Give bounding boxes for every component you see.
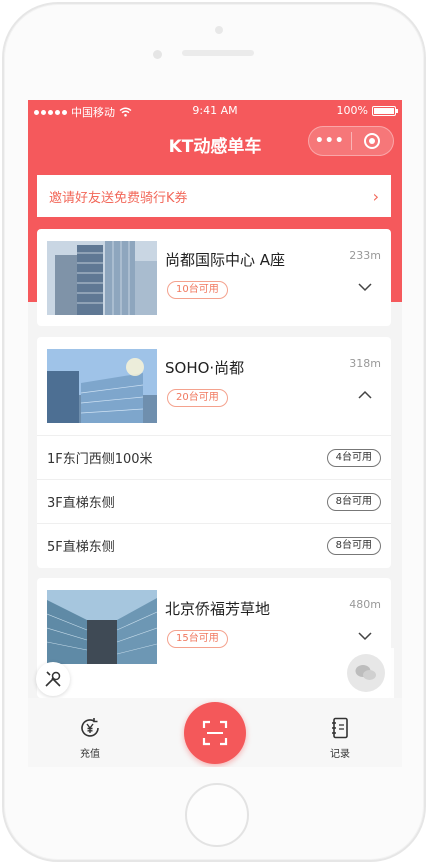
availability-badge: 15台可用 xyxy=(167,630,228,648)
availability-badge: 10台可用 xyxy=(167,281,228,299)
close-button[interactable] xyxy=(351,133,393,149)
chevron-up-icon[interactable] xyxy=(357,387,373,403)
invite-banner[interactable]: 邀请好友送免费骑行K券 › xyxy=(37,175,391,217)
home-button[interactable] xyxy=(185,783,249,847)
recharge-label: 充值 xyxy=(80,749,100,760)
records-button[interactable]: 记录 xyxy=(310,716,370,760)
repair-tool-button[interactable] xyxy=(36,662,70,696)
spot-row[interactable]: 3F直梯东侧 8台可用 xyxy=(37,479,391,523)
battery-percent: 100% xyxy=(336,104,368,117)
front-camera xyxy=(153,50,162,59)
wechat-icon xyxy=(347,654,385,692)
notebook-icon xyxy=(332,717,348,739)
spot-row[interactable]: 5F直梯东侧 8台可用 xyxy=(37,523,391,567)
scan-button[interactable] xyxy=(184,702,246,764)
target-icon xyxy=(364,133,381,149)
building-photo xyxy=(47,349,157,423)
location-name: 尚都国际中心 A座 xyxy=(165,251,286,269)
chevron-down-icon[interactable] xyxy=(357,628,373,644)
battery-icon xyxy=(372,105,398,116)
spot-availability: 8台可用 xyxy=(326,536,381,555)
more-button[interactable]: ••• xyxy=(309,133,351,149)
status-bar: 中国移动 9:41 AM 100% xyxy=(28,100,402,122)
location-distance: 233m xyxy=(349,249,381,262)
spot-label: 1F东门西侧100米 xyxy=(47,452,153,467)
location-name: SOHO·尚都 xyxy=(165,359,245,377)
invite-text: 邀请好友送免费骑行K券 xyxy=(49,190,188,206)
spot-availability: 8台可用 xyxy=(326,492,381,511)
location-card[interactable]: 尚都国际中心 A座 233m 10台可用 xyxy=(37,229,391,326)
spot-availability: 4台可用 xyxy=(326,448,381,467)
chevron-down-icon[interactable] xyxy=(357,279,373,295)
building-photo xyxy=(47,241,157,315)
recharge-button[interactable]: 充值 xyxy=(60,716,120,760)
app-screen: 中国移动 9:41 AM 100% KT动感单车 ••• 邀请好友送免费骑行K券… xyxy=(28,100,402,767)
records-label: 记录 xyxy=(330,749,350,760)
spot-label: 5F直梯东侧 xyxy=(47,540,115,555)
chevron-right-icon: › xyxy=(372,186,379,206)
scan-icon xyxy=(202,720,228,746)
spot-row[interactable]: 1F东门西侧100米 4台可用 xyxy=(37,435,391,479)
spot-label: 3F直梯东侧 xyxy=(47,496,115,511)
location-distance: 480m xyxy=(349,598,381,611)
location-card-expanded[interactable]: SOHO·尚都 318m 20台可用 1F东门西侧100米 4台可用 3F直梯东… xyxy=(37,337,391,568)
earpiece-speaker xyxy=(182,50,254,56)
sensor-dot xyxy=(215,26,223,34)
location-name: 北京侨福芳草地 xyxy=(165,600,271,618)
customer-service-button[interactable] xyxy=(338,648,394,698)
miniprogram-capsule: ••• xyxy=(308,126,394,156)
building-photo xyxy=(47,590,157,664)
yen-refresh-icon xyxy=(81,718,99,737)
location-distance: 318m xyxy=(349,357,381,370)
nav-bar: KT动感单车 ••• xyxy=(28,126,402,162)
wrench-screwdriver-icon xyxy=(45,671,61,687)
availability-badge: 20台可用 xyxy=(167,389,228,407)
